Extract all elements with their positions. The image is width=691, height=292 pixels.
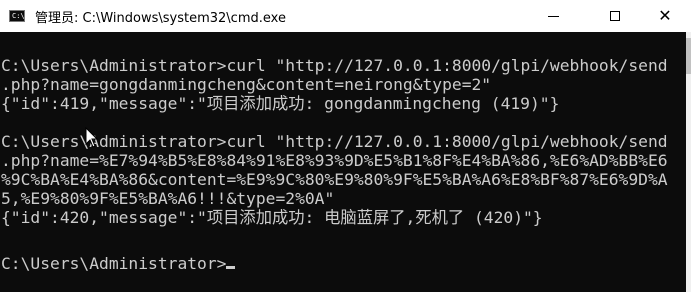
- maximize-icon: [610, 11, 620, 21]
- mouse-pointer-icon: [85, 127, 99, 148]
- console-line-url-2b: %9C%BA%E4%BA%86&content=%E9%9C%80%E9%80%…: [1, 170, 668, 189]
- console-line-response-1: {"id":419,"message":"项目添加成功: gongdanming…: [1, 94, 560, 113]
- minimize-icon: [547, 15, 559, 17]
- cmd-icon[interactable]: C:\: [9, 10, 25, 22]
- console-line-current-prompt[interactable]: C:\Users\Administrator>: [1, 254, 236, 273]
- console-line-url-2a: .php?name=%E7%94%B5%E8%84%91%E8%93%9D%E5…: [1, 151, 668, 170]
- text-cursor: [226, 266, 236, 269]
- console-line-response-2: {"id":420,"message":"项目添加成功: 电脑蓝屏了,死机了 (…: [1, 208, 543, 227]
- close-icon: ✕: [658, 6, 672, 25]
- console-line-prompt-1: C:\Users\Administrator>curl "http://127.…: [1, 56, 668, 75]
- vertical-scrollbar[interactable]: [686, 32, 691, 292]
- console-line-url-2c: 5,%E9%80%9F%E5%BA%A6!!!&type=2%0A": [1, 189, 335, 208]
- window-title: 管理员: C:\Windows\system32\cmd.exe: [35, 11, 286, 26]
- current-prompt-text: C:\Users\Administrator>: [1, 254, 227, 273]
- cmd-icon-prompt: C:\: [12, 12, 25, 20]
- console-line-prompt-2: C:\Users\Administrator>curl "http://127.…: [1, 132, 668, 151]
- console-line-url-1: .php?name=gongdanmingcheng&content=neiro…: [1, 75, 492, 94]
- maximize-button[interactable]: [592, 0, 638, 32]
- scrollbar-thumb[interactable]: [686, 38, 691, 74]
- close-button[interactable]: ✕: [642, 0, 688, 32]
- title-bar[interactable]: C:\ 管理员: C:\Windows\system32\cmd.exe ✕: [0, 0, 691, 32]
- console-output[interactable]: C:\Users\Administrator>curl "http://127.…: [0, 32, 686, 292]
- minimize-button[interactable]: [530, 0, 576, 32]
